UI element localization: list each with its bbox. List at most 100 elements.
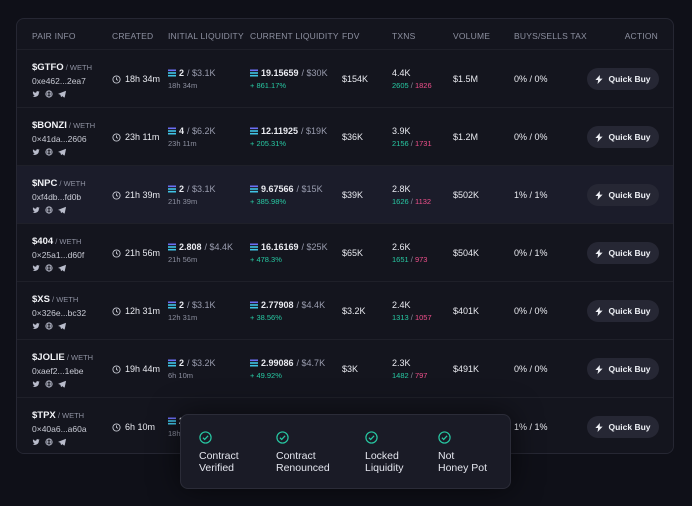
lightning-icon <box>595 306 604 316</box>
pair-quote: / WETH <box>57 179 86 188</box>
token-checks-popover: Contract Verified Contract Renounced Locked L… <box>180 414 511 489</box>
pair-symbol[interactable]: $404 <box>32 236 53 247</box>
header-current-liquidity[interactable]: CURRENT LIQUIDITY <box>250 31 339 41</box>
pair-address[interactable]: 0×41da...2606 <box>32 134 95 144</box>
pair-address[interactable]: 0×40a6...a60a <box>32 424 87 434</box>
globe-icon[interactable] <box>45 148 53 156</box>
volume-value: $401K <box>453 306 480 316</box>
quick-buy-button[interactable]: Quick Buy <box>587 68 659 90</box>
globe-icon[interactable] <box>45 206 53 214</box>
pair-address[interactable]: 0xf4db...fd0b <box>32 192 86 202</box>
quick-buy-button[interactable]: Quick Buy <box>587 184 659 206</box>
created-value: 21h 39m <box>125 190 161 200</box>
header-fdv[interactable]: FDV <box>342 31 360 41</box>
globe-icon[interactable] <box>45 380 53 388</box>
clock-icon <box>112 422 121 432</box>
current-gain: + 861.17% <box>250 81 287 90</box>
eth-stack-icon <box>250 185 258 193</box>
table-row[interactable]: $NPC / WETH 0xf4db...fd0b 21h 39m 2 / $3.1K… <box>17 165 673 223</box>
initial-usd: / $3.1K <box>187 184 216 194</box>
initial-eth: 2 <box>179 68 185 78</box>
initial-usd: / $3.1K <box>187 300 216 310</box>
tax-value: 1% / 1% <box>514 190 548 200</box>
table-row[interactable]: $JOLIE / WETH 0xaef2...1ebe 19h 44m 2 / $3.… <box>17 339 673 397</box>
initial-usd: / $3.1K <box>187 68 216 78</box>
txns-total: 2.6K <box>392 242 411 252</box>
social-links <box>32 264 84 272</box>
twitter-icon[interactable] <box>32 380 40 388</box>
pair-symbol[interactable]: $TPX <box>32 410 56 421</box>
social-links <box>32 206 86 214</box>
quick-buy-button[interactable]: Quick Buy <box>587 416 659 438</box>
pair-address[interactable]: 0×25a1...d60f <box>32 250 84 260</box>
pair-quote: / WETH <box>66 121 96 130</box>
pair-symbol[interactable]: $BONZI <box>32 120 67 131</box>
twitter-icon[interactable] <box>32 148 40 156</box>
twitter-icon[interactable] <box>32 90 40 98</box>
quick-buy-button[interactable]: Quick Buy <box>587 242 659 264</box>
check-label-line2: Renounced <box>276 462 330 474</box>
txns: 2.3K 1482 / 797 <box>392 358 428 380</box>
txns: 2.6K 1651 / 973 <box>392 242 428 264</box>
globe-icon[interactable] <box>45 264 53 272</box>
volume-value: $1.5M <box>453 74 479 84</box>
quick-buy-button[interactable]: Quick Buy <box>587 358 659 380</box>
pair-symbol[interactable]: $GTFO <box>32 62 64 73</box>
telegram-icon[interactable] <box>58 322 66 330</box>
current-liquidity: 16.16169 / $25K + 478.3% <box>250 242 328 264</box>
telegram-icon[interactable] <box>58 264 66 272</box>
pair-info: $JOLIE / WETH 0xaef2...1ebe <box>32 352 93 388</box>
twitter-icon[interactable] <box>32 206 40 214</box>
pair-address[interactable]: 0xe462...2ea7 <box>32 76 92 86</box>
table-row[interactable]: $GTFO / WETH 0xe462...2ea7 18h 34m 2 / $3.1… <box>17 49 673 107</box>
pair-address[interactable]: 0×326e...bc32 <box>32 308 86 318</box>
current-usd: / $4.4K <box>296 300 326 310</box>
table-row[interactable]: $XS / WETH 0×326e...bc32 12h 31m 2 / $3.1K 1… <box>17 281 673 339</box>
fdv-value: $39K <box>342 190 364 200</box>
table-row[interactable]: $404 / WETH 0×25a1...d60f 21h 56m 2.808 / $… <box>17 223 673 281</box>
table-row[interactable]: $BONZI / WETH 0×41da...2606 23h 11m 4 / $6.… <box>17 107 673 165</box>
current-gain: + 49.92% <box>250 371 282 380</box>
pair-symbol[interactable]: $XS <box>32 294 50 305</box>
header-pair-info[interactable]: PAIR INFO <box>32 31 76 41</box>
header-txns[interactable]: TXNS <box>392 31 415 41</box>
pair-address[interactable]: 0xaef2...1ebe <box>32 366 93 376</box>
check-label-line1: Locked <box>365 450 399 462</box>
check-circle-icon <box>199 431 212 444</box>
globe-icon[interactable] <box>45 90 53 98</box>
pair-info: $GTFO / WETH 0xe462...2ea7 <box>32 62 92 98</box>
globe-icon[interactable] <box>45 322 53 330</box>
txns-total: 3.9K <box>392 126 411 136</box>
telegram-icon[interactable] <box>58 206 66 214</box>
quick-buy-button[interactable]: Quick Buy <box>587 300 659 322</box>
telegram-icon[interactable] <box>58 148 66 156</box>
eth-stack-icon <box>250 69 258 77</box>
header-buys-sells-tax[interactable]: BUYS/SELLS TAX <box>514 31 587 41</box>
twitter-icon[interactable] <box>32 438 40 446</box>
table-header: PAIR INFO CREATED INITIAL LIQUIDITY CURR… <box>17 19 673 51</box>
twitter-icon[interactable] <box>32 264 40 272</box>
globe-icon[interactable] <box>45 438 53 446</box>
current-eth: 16.16169 <box>261 242 299 252</box>
sells-count: 797 <box>414 371 428 380</box>
eth-stack-icon <box>168 185 176 193</box>
pair-symbol[interactable]: $NPC <box>32 178 57 189</box>
header-initial-liquidity[interactable]: INITIAL LIQUIDITY <box>168 31 244 41</box>
telegram-icon[interactable] <box>58 90 66 98</box>
telegram-icon[interactable] <box>58 380 66 388</box>
initial-age: 21h 39m <box>168 197 198 206</box>
telegram-icon[interactable] <box>58 438 66 446</box>
quick-buy-button[interactable]: Quick Buy <box>587 126 659 148</box>
twitter-icon[interactable] <box>32 322 40 330</box>
check-label-line2: Liquidity <box>365 462 404 474</box>
header-volume[interactable]: VOLUME <box>453 31 490 41</box>
fdv-value: $65K <box>342 248 364 258</box>
initial-liquidity: 2 / $3.1K 18h 34m <box>168 68 216 90</box>
current-usd: / $4.7K <box>296 358 326 368</box>
header-created[interactable]: CREATED <box>112 31 153 41</box>
initial-age: 12h 31m <box>168 313 198 322</box>
volume-value: $1.2M <box>453 132 479 142</box>
pair-symbol[interactable]: $JOLIE <box>32 352 65 363</box>
eth-stack-icon <box>250 359 258 367</box>
buys-count: 1482 <box>392 371 409 380</box>
